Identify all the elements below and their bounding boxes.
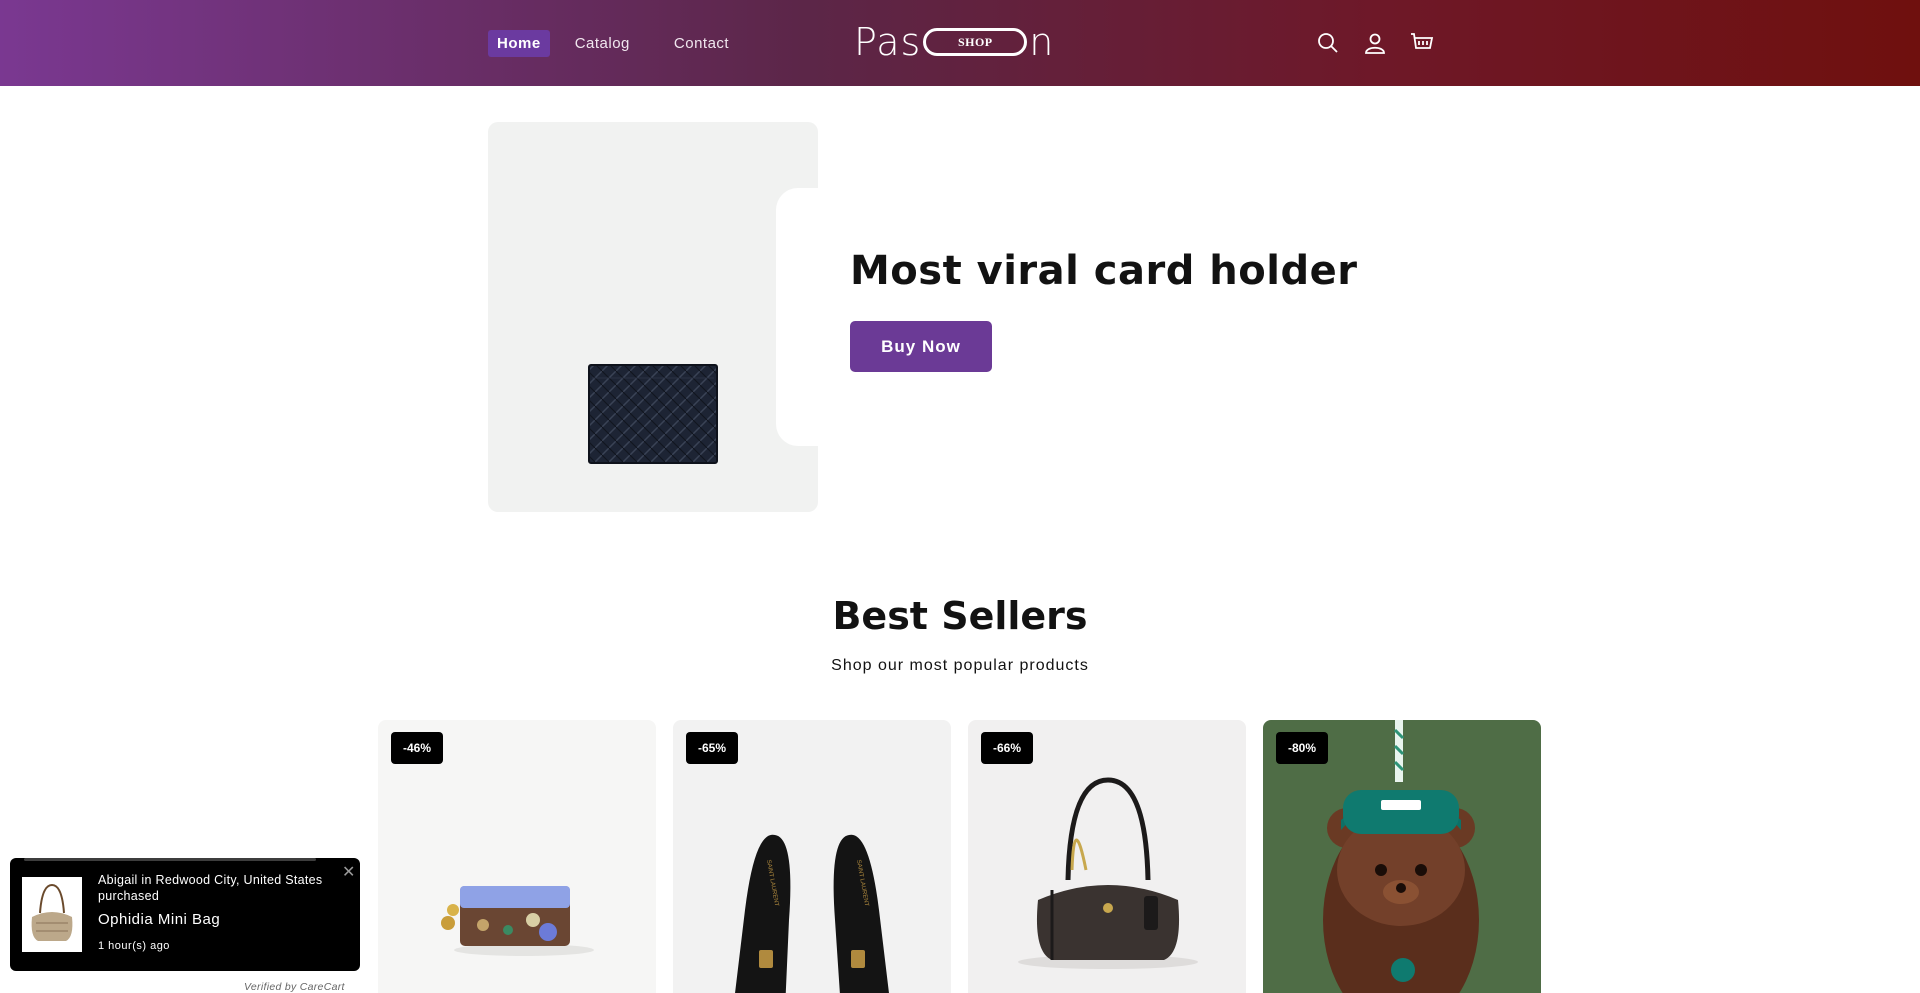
sales-popup[interactable]: Abigail in Redwood City, United States p… (10, 858, 360, 971)
main-nav: Home Catalog Contact (488, 30, 764, 57)
logo-pill: SHOP (923, 28, 1028, 56)
nav-home[interactable]: Home (488, 30, 550, 57)
logo-text-left: Pas (854, 20, 922, 64)
nav-contact[interactable]: Contact (665, 30, 738, 57)
product-card[interactable]: -80% (1263, 720, 1541, 993)
popup-timestamp: 1 hour(s) ago (98, 940, 170, 952)
popup-buyer-text: Abigail in Redwood City, United States p… (98, 873, 323, 903)
cart-icon[interactable] (1408, 29, 1436, 57)
discount-badge: -66% (981, 732, 1034, 764)
site-logo[interactable]: Pas SHOP n (854, 20, 1054, 64)
product-card[interactable]: -46% (378, 720, 656, 993)
account-icon[interactable] (1361, 29, 1389, 57)
discount-badge: -65% (686, 732, 739, 764)
hero-image[interactable] (488, 122, 818, 512)
discount-badge: -80% (1276, 732, 1329, 764)
logo-pill-text: SHOP (957, 34, 993, 49)
hero-title: Most viral card holder (850, 248, 1358, 294)
product-card[interactable]: -66% (968, 720, 1246, 993)
popup-verified-label: Verified by CareCart (244, 981, 345, 993)
popup-product-name[interactable]: Ophidia Mini Bag (98, 911, 220, 928)
header-icons (1314, 29, 1455, 57)
logo-text-right: n (1029, 20, 1055, 64)
site-header: Home Catalog Contact Pas SHOP n (0, 0, 1920, 86)
search-icon[interactable] (1314, 29, 1342, 57)
best-sellers-title: Best Sellers (832, 594, 1088, 638)
popup-product-thumbnail (22, 877, 82, 952)
popup-progress-bar (24, 858, 316, 861)
discount-badge: -46% (391, 732, 444, 764)
card-holder-image (588, 364, 718, 464)
hero-image-cutout (776, 188, 818, 446)
nav-catalog[interactable]: Catalog (566, 30, 639, 57)
best-sellers-subtitle: Shop our most popular products (831, 657, 1089, 674)
close-icon[interactable]: ✕ (342, 862, 355, 881)
product-card[interactable]: SAINT LAURENT SAINT LAURENT -65% (673, 720, 951, 993)
buy-now-button[interactable]: Buy Now (850, 321, 992, 372)
product-grid: -46% SAINT LAURENT SAINT LAURENT -65% -6… (378, 720, 1558, 993)
